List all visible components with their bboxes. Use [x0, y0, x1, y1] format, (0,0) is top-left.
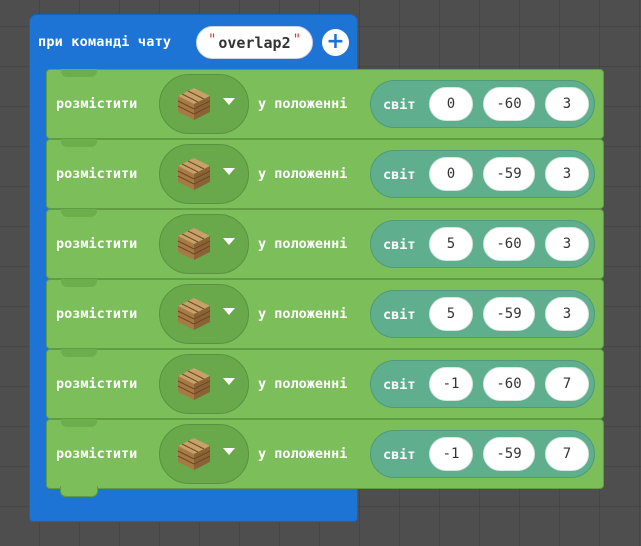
place-block[interactable]: розмістити у положенні світ 5 -60 3: [46, 209, 604, 279]
chevron-down-icon: [223, 168, 235, 175]
world-label: світ: [383, 307, 416, 323]
chevron-down-icon: [223, 378, 235, 385]
world-position-reporter[interactable]: світ 5 -60 3: [370, 220, 595, 268]
y-coordinate-input[interactable]: -59: [483, 297, 535, 331]
world-label: світ: [383, 447, 416, 463]
place-block[interactable]: розмістити у положенні світ 0 -60 3: [46, 69, 604, 139]
place-label: розмістити: [56, 236, 138, 252]
world-label: світ: [383, 97, 416, 113]
place-label: розмістити: [56, 166, 138, 182]
oak-planks-icon: [177, 368, 211, 400]
place-label: розмістити: [56, 446, 138, 462]
chat-command-input[interactable]: " overlap2 ": [196, 26, 313, 59]
position-label: у положенні: [258, 96, 348, 112]
chevron-down-icon: [223, 98, 235, 105]
oak-planks-icon: [177, 298, 211, 330]
z-coordinate-input[interactable]: 7: [545, 437, 589, 471]
world-position-reporter[interactable]: світ -1 -60 7: [370, 360, 595, 408]
y-coordinate-input[interactable]: -60: [483, 87, 535, 121]
world-label: світ: [383, 377, 416, 393]
world-label: світ: [383, 237, 416, 253]
x-coordinate-input[interactable]: -1: [429, 437, 473, 471]
block-type-dropdown[interactable]: [159, 214, 249, 274]
z-coordinate-input[interactable]: 3: [545, 227, 589, 261]
oak-planks-icon: [177, 228, 211, 260]
oak-planks-icon: [177, 88, 211, 120]
position-label: у положенні: [258, 376, 348, 392]
place-block[interactable]: розмістити у положенні світ -1 -60 7: [46, 349, 604, 419]
block-notch: [61, 419, 97, 427]
quote-open: ": [207, 31, 217, 48]
place-label: розмістити: [56, 96, 138, 112]
block-notch: [61, 349, 97, 357]
z-coordinate-input[interactable]: 3: [545, 297, 589, 331]
z-coordinate-input[interactable]: 3: [545, 157, 589, 191]
block-type-dropdown[interactable]: [159, 74, 249, 134]
x-coordinate-input[interactable]: 0: [429, 157, 473, 191]
block-type-dropdown[interactable]: [159, 354, 249, 414]
block-notch: [61, 209, 97, 217]
world-position-reporter[interactable]: світ 5 -59 3: [370, 290, 595, 338]
chat-command-value: overlap2: [218, 33, 291, 52]
position-label: у положенні: [258, 236, 348, 252]
position-label: у положенні: [258, 166, 348, 182]
add-parameter-button[interactable]: +: [322, 29, 349, 56]
x-coordinate-input[interactable]: 0: [429, 87, 473, 121]
stack-end-notch: [60, 486, 98, 497]
oak-planks-icon: [177, 158, 211, 190]
block-notch: [61, 279, 97, 287]
block-type-dropdown[interactable]: [159, 284, 249, 344]
position-label: у положенні: [258, 446, 348, 462]
x-coordinate-input[interactable]: 5: [429, 297, 473, 331]
world-position-reporter[interactable]: світ -1 -59 7: [370, 430, 595, 478]
place-block[interactable]: розмістити у положенні світ 5 -59 3: [46, 279, 604, 349]
y-coordinate-input[interactable]: -60: [483, 367, 535, 401]
x-coordinate-input[interactable]: -1: [429, 367, 473, 401]
chat-command-label: при команді чату: [38, 34, 172, 50]
place-block[interactable]: розмістити у положенні світ 0 -59 3: [46, 139, 604, 209]
oak-planks-icon: [177, 438, 211, 470]
y-coordinate-input[interactable]: -60: [483, 227, 535, 261]
place-label: розмістити: [56, 306, 138, 322]
block-type-dropdown[interactable]: [159, 424, 249, 484]
place-block[interactable]: розмістити у положенні світ -1 -59 7: [46, 419, 604, 489]
quote-close: ": [292, 31, 302, 48]
block-notch: [61, 69, 97, 77]
chevron-down-icon: [223, 308, 235, 315]
z-coordinate-input[interactable]: 7: [545, 367, 589, 401]
position-label: у положенні: [258, 306, 348, 322]
world-label: світ: [383, 167, 416, 183]
world-position-reporter[interactable]: світ 0 -60 3: [370, 80, 595, 128]
chevron-down-icon: [223, 238, 235, 245]
block-notch: [61, 139, 97, 147]
plus-icon: +: [326, 28, 345, 54]
y-coordinate-input[interactable]: -59: [483, 157, 535, 191]
z-coordinate-input[interactable]: 3: [545, 87, 589, 121]
place-label: розмістити: [56, 376, 138, 392]
block-type-dropdown[interactable]: [159, 144, 249, 204]
x-coordinate-input[interactable]: 5: [429, 227, 473, 261]
y-coordinate-input[interactable]: -59: [483, 437, 535, 471]
chevron-down-icon: [223, 448, 235, 455]
world-position-reporter[interactable]: світ 0 -59 3: [370, 150, 595, 198]
